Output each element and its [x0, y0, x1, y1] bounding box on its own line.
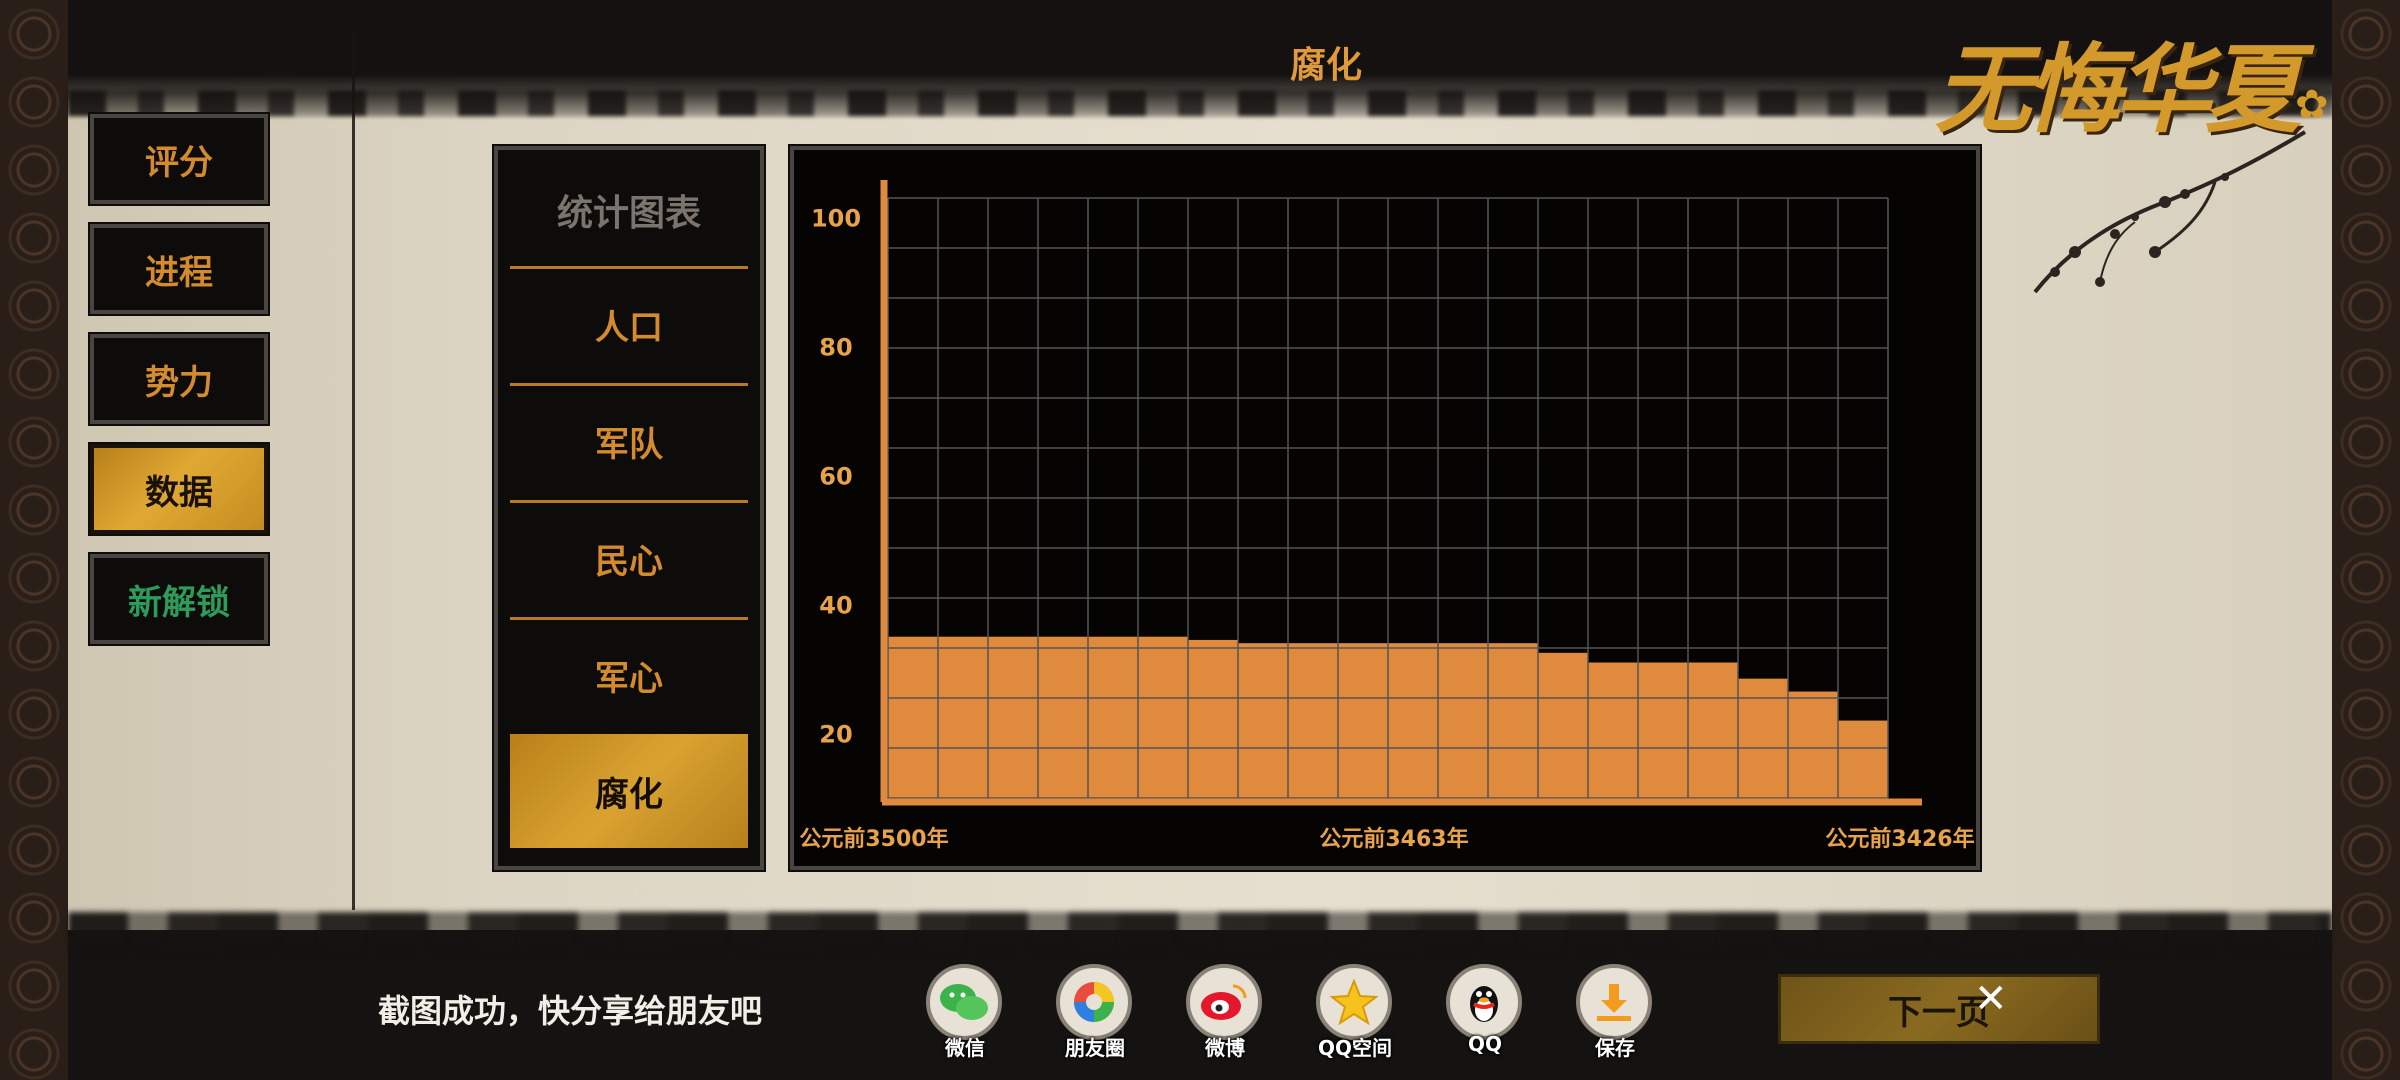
wechat-icon — [926, 964, 1002, 1040]
category-corruption[interactable]: 腐化 — [510, 734, 748, 848]
chart-bar — [1488, 643, 1538, 798]
share-qzone-button[interactable]: QQ空间 — [1300, 964, 1410, 1074]
share-wechat-label: 微信 — [945, 1036, 985, 1060]
chart-bar — [1538, 652, 1588, 798]
right-ornament-border — [2332, 0, 2400, 1080]
x-tick-label: 公元前3463年 — [1319, 826, 1468, 852]
close-icon[interactable]: ✕ — [1974, 976, 2008, 1022]
x-tick-label: 公元前3500年 — [799, 826, 948, 852]
share-moments-button[interactable]: 朋友圈 — [1040, 964, 1150, 1074]
chart-bar — [1588, 662, 1638, 798]
chart-bar — [1638, 662, 1688, 798]
qq-icon — [1446, 964, 1522, 1040]
chart-bar — [1838, 720, 1888, 798]
chart-bar — [888, 636, 938, 798]
stat-category-panel: 统计图表 人口 军队 民心 军心 腐化 — [492, 144, 766, 872]
plum-branch-decoration — [2033, 130, 2307, 294]
nav-progress-button[interactable]: 进程 — [88, 222, 270, 316]
chart-panel: 100 80 60 40 20 公元前3500年 公元前3463年 公元前3426年 — [788, 144, 1982, 872]
chart-bar — [1788, 691, 1838, 798]
next-page-button[interactable]: 下一页 — [1778, 974, 2100, 1044]
chart-bar — [1138, 636, 1188, 798]
share-moments-label: 朋友圈 — [1065, 1036, 1125, 1060]
nav-data-button[interactable]: 数据 — [88, 442, 270, 536]
moments-icon — [1056, 964, 1132, 1040]
share-weibo-button[interactable]: 微博 — [1170, 964, 1280, 1074]
game-logo: 无悔华夏 ✿ — [1935, 12, 2335, 294]
weibo-icon — [1186, 964, 1262, 1040]
page-title: 腐化 — [1289, 45, 1362, 86]
chart-bar — [1038, 636, 1088, 798]
y-tick-label: 20 — [819, 720, 852, 748]
share-weibo-label: 微博 — [1205, 1036, 1245, 1060]
left-ornament-border — [0, 0, 68, 1080]
chart-bar — [1438, 643, 1488, 798]
share-qq-label: QQ — [1467, 1032, 1502, 1056]
y-tick-label: 80 — [819, 333, 852, 361]
download-icon — [1576, 964, 1652, 1040]
chart-bar — [938, 636, 988, 798]
chart-bar — [1388, 643, 1438, 798]
stat-chart-header: 统计图表 — [556, 193, 701, 234]
chart-bar — [1738, 678, 1788, 798]
y-tick-label: 40 — [819, 591, 852, 619]
x-tick-label: 公元前3426年 — [1825, 826, 1974, 852]
share-save-label: 保存 — [1595, 1036, 1635, 1060]
chart-bar — [1088, 636, 1138, 798]
nav-factions-button[interactable]: 势力 — [88, 332, 270, 426]
share-qq-button[interactable]: QQ — [1430, 964, 1540, 1074]
chart-bar — [1288, 643, 1338, 798]
y-tick-label: 60 — [819, 462, 852, 490]
screenshot-success-message: 截图成功，快分享给朋友吧 — [378, 992, 763, 1030]
category-army[interactable]: 军队 — [510, 383, 748, 497]
share-save-button[interactable]: 保存 — [1560, 964, 1670, 1074]
share-wechat-button[interactable]: 微信 — [910, 964, 1020, 1074]
share-qzone-label: QQ空间 — [1317, 1036, 1392, 1060]
category-population[interactable]: 人口 — [510, 266, 748, 380]
y-tick-label: 100 — [811, 204, 861, 232]
category-public-support[interactable]: 民心 — [510, 500, 748, 614]
nav-unlocks-button[interactable]: 新解锁 — [88, 552, 270, 646]
corruption-bar-chart: 100 80 60 40 20 公元前3500年 公元前3463年 公元前3426年 — [799, 180, 1975, 852]
qzone-icon — [1316, 964, 1392, 1040]
chart-bar — [988, 636, 1038, 798]
category-morale[interactable]: 军心 — [510, 617, 748, 731]
ink-vertical-line — [352, 30, 355, 910]
nav-score-button[interactable]: 评分 — [88, 112, 270, 206]
chart-bar — [1338, 643, 1388, 798]
chart-bar — [1188, 639, 1238, 798]
chart-bar — [1238, 643, 1288, 798]
share-bar: 截图成功，快分享给朋友吧 微信 朋友圈 微博 QQ空间 QQ 保存 下一页 ✕ — [68, 930, 2332, 1080]
chart-bar — [1688, 662, 1738, 798]
